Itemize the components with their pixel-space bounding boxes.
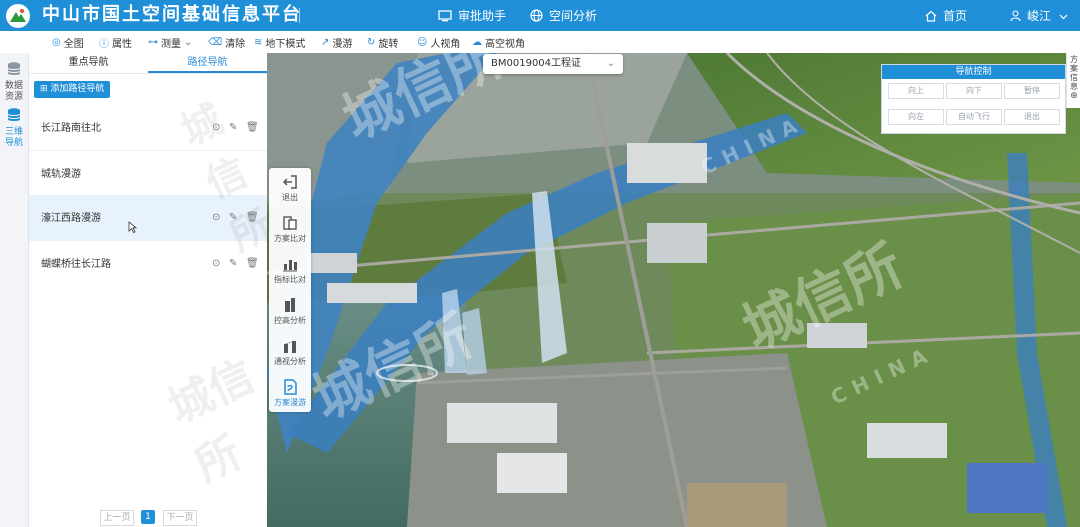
rotate-icon: ↻ — [367, 36, 376, 48]
toolbar-sky-view[interactable]: ☁ 高空视角 — [472, 31, 525, 53]
nav-approval-assistant[interactable]: 审批助手 — [438, 0, 506, 31]
compare-icon — [282, 215, 298, 231]
scheme-info-label: 方案信息 — [1070, 55, 1078, 91]
expand-icon[interactable]: ⊕ — [1067, 91, 1080, 101]
bar-chart-icon — [282, 256, 298, 272]
toolbar-person-view[interactable]: ☺ 人视角 — [417, 31, 460, 53]
person-icon: ☺ — [417, 36, 428, 48]
nav-up-button[interactable]: 向上 — [888, 83, 944, 99]
globe-icon — [530, 9, 543, 22]
nav-label: 空间分析 — [549, 9, 598, 23]
trash-icon: ⌫ — [208, 36, 223, 48]
mouse-cursor-icon — [128, 221, 138, 236]
toolbar-full-extent[interactable]: ◎ 全图 — [52, 31, 84, 53]
height-control-analysis-button[interactable]: 控高分析 — [269, 291, 311, 331]
route-item[interactable]: 蝴蝶桥往长江路 ⊙ ✎ 🗑 — [29, 241, 267, 286]
title-divider — [299, 8, 300, 23]
home-icon — [925, 10, 937, 22]
route-item[interactable]: 城轨漫游 — [29, 151, 267, 197]
tab-path-navigation[interactable]: 路径导航 — [148, 53, 267, 73]
navigation-panel: 重点导航 路径导航 ⊞ 添加路径导航 长江路南往北 ⊙ ✎ 🗑 城轨漫游 濠江西… — [29, 53, 279, 527]
play-icon[interactable]: ⊙ — [212, 122, 220, 133]
edit-icon[interactable]: ✎ — [229, 122, 237, 133]
walk-icon: ↗ — [321, 36, 330, 48]
route-name: 长江路南往北 — [41, 123, 101, 134]
exit-icon — [282, 174, 298, 190]
sky-icon: ☁ — [472, 36, 482, 48]
home-label: 首页 — [943, 9, 968, 23]
nav-down-button[interactable]: 向下 — [946, 83, 1002, 99]
toolbar-underground-mode[interactable]: ≋ 地下模式 — [254, 31, 305, 53]
chevron-down-icon: ⌄ — [184, 36, 193, 48]
rail-3d-navigation[interactable]: 三维 导航 — [0, 107, 28, 149]
user-name: 峻江 — [1027, 9, 1052, 23]
delete-icon[interactable]: 🗑 — [246, 258, 259, 269]
scheme-roam-button[interactable]: 方案漫游 — [269, 373, 311, 413]
nav-spatial-analysis[interactable]: 空间分析 — [530, 0, 597, 31]
navigation-control: 导航控制 向上 向下 暂停 向左 自动飞行 退出 — [881, 64, 1066, 134]
plus-square-icon: ⊞ — [40, 84, 51, 94]
chevron-down-icon — [1059, 9, 1068, 23]
nav-label: 审批助手 — [458, 9, 507, 23]
logo-icon — [6, 4, 30, 28]
rail-data-resources[interactable]: 数据 资源 — [0, 61, 28, 103]
delete-icon[interactable]: 🗑 — [246, 212, 259, 223]
play-icon[interactable]: ⊙ — [212, 212, 220, 223]
navigation-control-title: 导航控制 — [882, 65, 1065, 79]
app-title: 中山市国土空间基础信息平台 — [42, 4, 302, 25]
nav-left-button[interactable]: 向左 — [888, 109, 944, 125]
scheme-select[interactable]: BM0019004工程证 ⌄ — [483, 54, 623, 74]
info-icon: ⓘ — [99, 38, 109, 50]
route-name: 蝴蝶桥往长江路 — [41, 259, 111, 270]
visibility-analysis-button[interactable]: 通视分析 — [269, 332, 311, 372]
edit-icon[interactable]: ✎ — [229, 258, 237, 269]
route-name: 城轨漫游 — [41, 169, 81, 180]
chevron-down-icon: ⌄ — [606, 58, 615, 69]
next-page-button[interactable]: 下一页 — [163, 510, 197, 526]
toolbar-clear[interactable]: ⌫ 清除 — [208, 31, 245, 53]
analysis-tools: 退出 方案比对 指标比对 控高分析 通视分析 方案漫游 — [269, 168, 311, 412]
nav-pause-button[interactable]: 暂停 — [1004, 83, 1060, 99]
building-icon — [282, 297, 298, 313]
user-menu[interactable]: 峻江 — [1010, 0, 1068, 31]
current-page[interactable]: 1 — [141, 510, 155, 524]
scheme-info-panel[interactable]: 方案信息 ⊕ — [1066, 53, 1080, 108]
app-header: 中山市国土空间基础信息平台 审批助手 空间分析 首页 峻江 — [0, 0, 1080, 31]
panel-tabs: 重点导航 路径导航 — [29, 53, 267, 74]
add-path-navigation-button[interactable]: ⊞ 添加路径导航 — [34, 81, 111, 98]
toolbar-roam[interactable]: ↗ 漫游 — [321, 31, 352, 53]
layers-icon: ≋ — [254, 36, 263, 48]
toolbar-attributes[interactable]: ⓘ 属性 — [99, 31, 132, 53]
route-item[interactable]: 长江路南往北 ⊙ ✎ 🗑 — [29, 105, 267, 151]
tab-key-navigation[interactable]: 重点导航 — [29, 53, 148, 73]
edit-icon[interactable]: ✎ — [229, 212, 237, 223]
play-icon[interactable]: ⊙ — [212, 258, 220, 269]
user-icon — [1010, 9, 1021, 22]
map-toolbar: ◎ 全图 ⓘ 属性 ⊶ 测量 ⌄ ⌫ 清除 ≋ 地下模式 ↗ 漫游 ↻ 旋转 ☺ 人视角 ☁ 高空视… — [0, 31, 1080, 54]
nav-exit-button[interactable]: 退出 — [1004, 109, 1060, 125]
nav-auto-fly-button[interactable]: 自动飞行 — [946, 109, 1002, 125]
globe-icon: ◎ — [52, 36, 61, 48]
monitor-icon — [438, 9, 452, 22]
database-icon — [0, 107, 28, 127]
exit-tool-button[interactable]: 退出 — [269, 168, 311, 208]
toolbar-rotate[interactable]: ↻ 旋转 — [367, 31, 398, 53]
sightline-icon — [282, 338, 298, 354]
left-rail: 数据 资源 三维 导航 — [0, 53, 29, 527]
route-item-selected[interactable]: 濠江西路漫游 ⊙ ✎ 🗑 — [29, 195, 267, 241]
scheme-select-value: BM0019004工程证 — [491, 58, 582, 69]
scheme-compare-button[interactable]: 方案比对 — [269, 209, 311, 249]
toolbar-measure[interactable]: ⊶ 测量 ⌄ — [148, 31, 192, 53]
route-name: 濠江西路漫游 — [41, 213, 101, 224]
ruler-icon: ⊶ — [148, 36, 158, 48]
document-roam-icon — [282, 379, 298, 395]
database-icon — [0, 61, 28, 81]
home-link[interactable]: 首页 — [925, 0, 967, 31]
prev-page-button[interactable]: 上一页 — [100, 510, 134, 526]
delete-icon[interactable]: 🗑 — [246, 122, 259, 133]
indicator-compare-button[interactable]: 指标比对 — [269, 250, 311, 290]
